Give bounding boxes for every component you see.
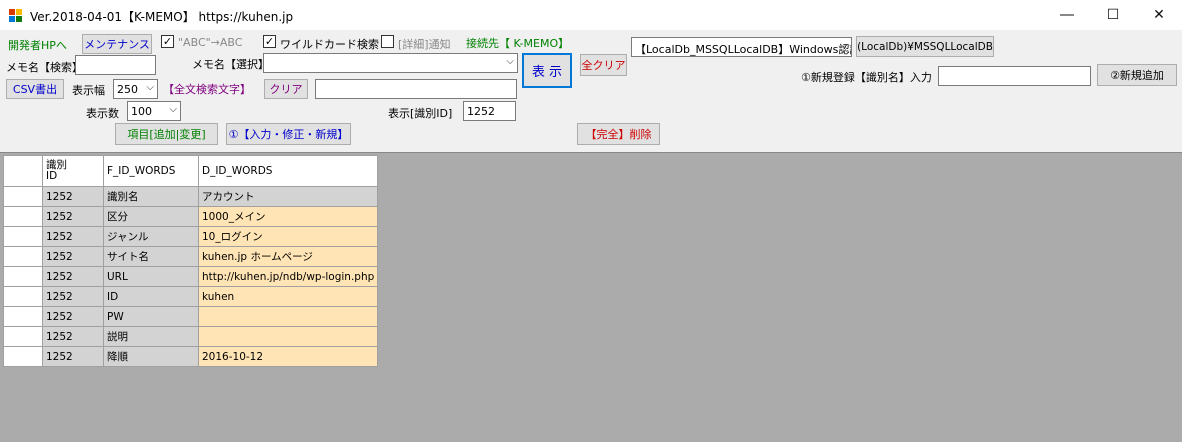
db-connection-value: 【LocalDb_MSSQLLocalDB】Windows認証 xyxy=(635,43,852,56)
display-count-label: 表示数 xyxy=(86,107,119,120)
f-id-words-cell[interactable]: URL xyxy=(103,266,199,287)
table-row[interactable]: 1252 ジャンル 10_ログイン xyxy=(3,226,379,247)
table-row[interactable]: 1252 識別名 アカウント xyxy=(3,186,379,207)
d-id-words-cell[interactable]: アカウント xyxy=(197,186,379,207)
d-id-words-cell[interactable] xyxy=(197,326,379,347)
table-row[interactable]: 1252 降順 2016-10-12 xyxy=(3,346,379,367)
connection-label: 接続先【 K-MEMO】 xyxy=(466,37,570,50)
row-header-cell[interactable] xyxy=(3,186,43,207)
id-cell[interactable]: 1252 xyxy=(42,346,104,367)
f-id-words-cell[interactable]: 説明 xyxy=(103,326,199,347)
display-id-input[interactable]: 1252 xyxy=(463,101,516,121)
id-cell[interactable]: 1252 xyxy=(42,266,104,287)
developer-homepage-link[interactable]: 開発者HPへ xyxy=(8,37,67,53)
id-cell[interactable]: 1252 xyxy=(42,246,104,267)
id-cell[interactable]: 1252 xyxy=(42,326,104,347)
d-id-words-cell[interactable]: 10_ログイン xyxy=(197,226,379,247)
f-id-words-cell[interactable]: サイト名 xyxy=(103,246,199,267)
memo-search-label: メモ名【検索】 xyxy=(6,61,83,74)
data-grid-area: 識別 ID F_ID_WORDS D_ID_WORDS 1252 識別名 アカウント… xyxy=(0,152,1182,442)
db-connection-select[interactable]: 【LocalDb_MSSQLLocalDB】Windows認証 ⌵ xyxy=(631,37,852,57)
f-id-words-cell[interactable]: 識別名 xyxy=(103,186,199,207)
f-id-words-cell[interactable]: 区分 xyxy=(103,206,199,227)
data-grid[interactable]: 識別 ID F_ID_WORDS D_ID_WORDS 1252 識別名 アカウント… xyxy=(3,155,379,367)
d-id-words-cell[interactable]: kuhen.jp ホームページ xyxy=(197,246,379,267)
grid-corner-cell[interactable] xyxy=(3,155,43,187)
show-button[interactable]: 表 示 xyxy=(522,53,572,88)
clear-all-button[interactable]: 全クリア xyxy=(580,54,627,76)
input-edit-new-button[interactable]: ①【入力・修正・新規】 xyxy=(226,123,351,145)
table-row[interactable]: 1252 ID kuhen xyxy=(3,286,379,307)
app-icon xyxy=(9,9,23,22)
id-cell[interactable]: 1252 xyxy=(42,206,104,227)
table-row[interactable]: 1252 サイト名 kuhen.jp ホームページ xyxy=(3,246,379,267)
item-add-change-button[interactable]: 項目[追加|変更] xyxy=(115,123,218,145)
maximize-icon[interactable]: ☐ xyxy=(1090,0,1136,30)
d-id-words-cell[interactable]: 2016-10-12 xyxy=(197,346,379,367)
title-bar: Ver.2018-04-01【K-MEMO】 https://kuhen.jp … xyxy=(0,0,1182,30)
minimize-icon[interactable]: ― xyxy=(1044,0,1090,30)
row-header-cell[interactable] xyxy=(3,346,43,367)
chevron-down-icon: ⌵ xyxy=(146,82,154,93)
new-register-input[interactable] xyxy=(938,66,1091,86)
row-header-cell[interactable] xyxy=(3,286,43,307)
chevron-down-icon: ⌵ xyxy=(840,40,848,51)
f-id-words-cell[interactable]: ID xyxy=(103,286,199,307)
chevron-down-icon: ⌵ xyxy=(506,56,514,67)
abc-checkbox-label: "ABC"→ABC xyxy=(178,36,243,49)
id-cell[interactable]: 1252 xyxy=(42,226,104,247)
display-width-label: 表示幅 xyxy=(72,84,105,97)
f-id-words-cell[interactable]: PW xyxy=(103,306,199,327)
table-row[interactable]: 1252 PW xyxy=(3,306,379,327)
abc-checkbox[interactable]: ✓ xyxy=(161,35,174,48)
new-add-button[interactable]: ②新規追加 xyxy=(1097,64,1177,86)
d-id-words-cell[interactable]: kuhen xyxy=(197,286,379,307)
row-header-cell[interactable] xyxy=(3,266,43,287)
table-row[interactable]: 1252 URL http://kuhen.jp/ndb/wp-login.php xyxy=(3,266,379,287)
memo-select[interactable]: ⌵ xyxy=(263,53,518,73)
new-register-label: ①新規登録【識別名】入力 xyxy=(801,71,932,84)
table-row[interactable]: 1252 区分 1000_メイン xyxy=(3,206,379,227)
chevron-down-icon: ⌵ xyxy=(169,104,177,115)
row-header-cell[interactable] xyxy=(3,246,43,267)
db-server-button[interactable]: (LocalDb)¥MSSQLLocalDB xyxy=(856,36,994,57)
wildcard-checkbox[interactable]: ✓ xyxy=(263,35,276,48)
wildcard-checkbox-label: ワイルドカード検索 xyxy=(280,38,379,51)
window-title: Ver.2018-04-01【K-MEMO】 https://kuhen.jp xyxy=(30,10,294,24)
display-count-value: 100 xyxy=(131,105,152,118)
memo-search-input[interactable] xyxy=(75,55,156,75)
csv-export-button[interactable]: CSV書出 xyxy=(6,79,64,99)
f-id-words-cell[interactable]: ジャンル xyxy=(103,226,199,247)
display-width-select[interactable]: 250 ⌵ xyxy=(113,79,158,99)
row-header-cell[interactable] xyxy=(3,306,43,327)
fulltext-search-label: 【全文検索文字】 xyxy=(163,83,251,96)
d-id-words-cell[interactable]: 1000_メイン xyxy=(197,206,379,227)
grid-header-row: 識別 ID F_ID_WORDS D_ID_WORDS xyxy=(3,155,379,187)
main-window: Ver.2018-04-01【K-MEMO】 https://kuhen.jp … xyxy=(0,0,1182,442)
row-header-cell[interactable] xyxy=(3,206,43,227)
row-header-cell[interactable] xyxy=(3,226,43,247)
column-header-id[interactable]: 識別 ID xyxy=(42,155,104,187)
memo-select-label: メモ名【選択】 xyxy=(192,58,269,71)
fulltext-search-input[interactable] xyxy=(315,79,517,99)
maintenance-button[interactable]: メンテナンス xyxy=(82,34,152,54)
id-cell[interactable]: 1252 xyxy=(42,186,104,207)
f-id-words-cell[interactable]: 降順 xyxy=(103,346,199,367)
display-count-select[interactable]: 100 ⌵ xyxy=(127,101,181,121)
detail-notify-checkbox[interactable] xyxy=(381,35,394,48)
full-delete-button[interactable]: 【完全】削除 xyxy=(577,123,660,145)
id-cell[interactable]: 1252 xyxy=(42,306,104,327)
d-id-words-cell[interactable]: http://kuhen.jp/ndb/wp-login.php xyxy=(197,266,379,287)
column-header-f-id-words[interactable]: F_ID_WORDS xyxy=(103,155,199,187)
d-id-words-cell[interactable] xyxy=(197,306,379,327)
table-row[interactable]: 1252 説明 xyxy=(3,326,379,347)
detail-notify-label: [詳細]通知 xyxy=(398,38,451,51)
clear-button[interactable]: クリア xyxy=(264,79,308,99)
row-header-cell[interactable] xyxy=(3,326,43,347)
id-cell[interactable]: 1252 xyxy=(42,286,104,307)
column-header-d-id-words[interactable]: D_ID_WORDS xyxy=(197,155,379,187)
display-width-value: 250 xyxy=(117,83,138,96)
display-id-label: 表示[識別ID] xyxy=(388,107,453,120)
close-icon[interactable]: ✕ xyxy=(1136,0,1182,30)
